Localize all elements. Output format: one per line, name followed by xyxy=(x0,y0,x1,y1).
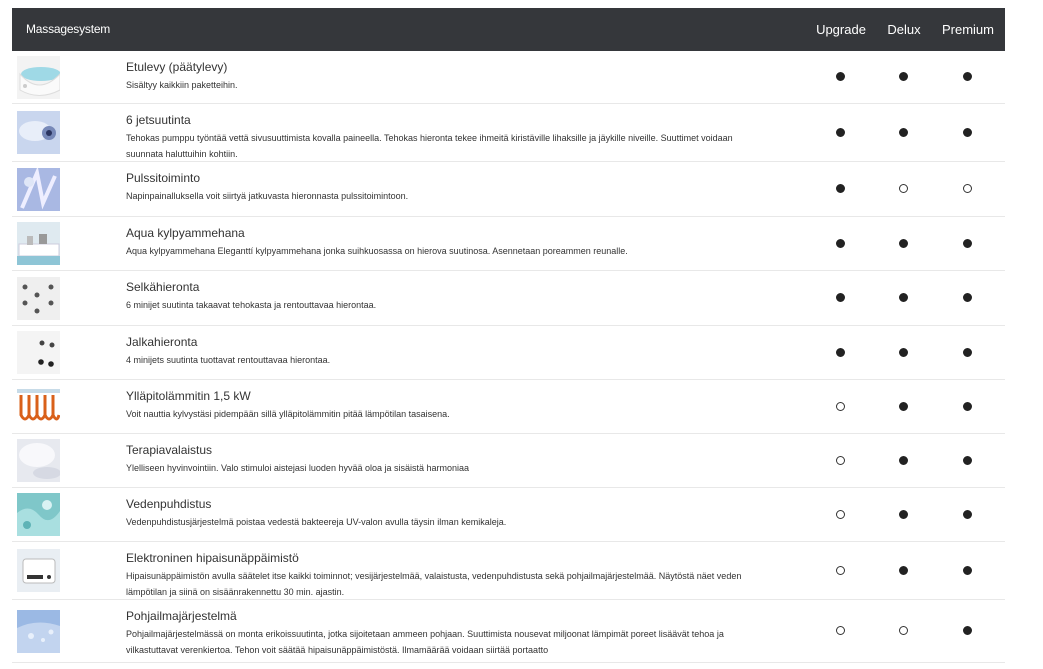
included-dot-icon-premium xyxy=(963,239,972,248)
feature-description: Voit nauttia kylvystäsi pidempään sillä … xyxy=(126,409,450,419)
included-dot-icon-delux xyxy=(899,72,908,81)
feature-row: 6 jetsuutinta Tehokas pumppu työntää vett… xyxy=(12,104,1005,162)
table-title: Massagesystem xyxy=(26,22,111,36)
feature-text: Elektroninen hipaisunäppäimistö Hipaisunä… xyxy=(126,551,786,600)
included-dot-icon-premium xyxy=(963,72,972,81)
feature-name: Terapiavalaistus xyxy=(126,443,213,457)
feature-text: Etulevy (päätylevy) Sisältyy kaikkiin pak… xyxy=(126,60,786,93)
feature-description-continued: lämpötilan ja siinä on sisäänrakennettu … xyxy=(126,587,345,597)
feature-row: Etulevy (päätylevy) Sisältyy kaikkiin pak… xyxy=(12,51,1005,104)
foot-massage-thumbnail-icon xyxy=(17,331,60,374)
feature-description: Sisältyy kaikkiin paketteihin. xyxy=(126,80,238,90)
feature-row: Ylläpitolämmitin 1,5 kW Voit nauttia kylv… xyxy=(12,380,1005,434)
touch-keypad-thumbnail-icon xyxy=(17,549,60,592)
feature-rows: Etulevy (päätylevy) Sisältyy kaikkiin pak… xyxy=(12,51,1005,663)
feature-description: Vedenpuhdistusjärjestelmä poistaa vedest… xyxy=(126,517,507,527)
feature-row: Vedenpuhdistus Vedenpuhdistusjärjestelmä … xyxy=(12,488,1005,542)
not-included-circle-icon-upgrade xyxy=(836,510,845,519)
water-purification-thumbnail-icon xyxy=(17,493,60,536)
feature-row: Aqua kylpyammehana Aqua kylpyammehana Ele… xyxy=(12,217,1005,271)
feature-description-continued: suunnata haluttuihin kohtiin. xyxy=(126,149,238,159)
included-dot-icon-delux xyxy=(899,456,908,465)
included-dot-icon-upgrade xyxy=(836,184,845,193)
feature-row: Terapiavalaistus Ylelliseen hyvinvointiin… xyxy=(12,434,1005,488)
feature-row: Selkähieronta 6 minijet suutinta takaavat… xyxy=(12,271,1005,326)
feature-description: 6 minijet suutinta takaavat tehokasta ja… xyxy=(126,300,377,310)
not-included-circle-icon-upgrade xyxy=(836,626,845,635)
included-dot-icon-upgrade xyxy=(836,348,845,357)
included-dot-icon-premium xyxy=(963,348,972,357)
feature-name: Elektroninen hipaisunäppäimistö xyxy=(126,551,299,565)
feature-row: Elektroninen hipaisunäppäimistö Hipaisunä… xyxy=(12,542,1005,600)
included-dot-icon-upgrade xyxy=(836,239,845,248)
feature-description: Napinpainalluksella voit siirtyä jatkuva… xyxy=(126,191,409,201)
feature-text: 6 jetsuutinta Tehokas pumppu työntää vett… xyxy=(126,113,786,162)
feature-name: Jalkahieronta xyxy=(126,335,198,349)
included-dot-icon-delux xyxy=(899,293,908,302)
included-dot-icon-premium xyxy=(963,626,972,635)
included-dot-icon-premium xyxy=(963,293,972,302)
included-dot-icon-premium xyxy=(963,128,972,137)
feature-name: Aqua kylpyammehana xyxy=(126,226,245,240)
feature-description: Tehokas pumppu työntää vettä sivusuuttim… xyxy=(126,133,733,143)
feature-text: Selkähieronta 6 minijet suutinta takaavat… xyxy=(126,280,786,313)
not-included-circle-icon-delux xyxy=(899,626,908,635)
feature-text: Ylläpitolämmitin 1,5 kW Voit nauttia kylv… xyxy=(126,389,786,422)
included-dot-icon-upgrade xyxy=(836,128,845,137)
feature-text: Pohjailmajärjestelmä Pohjailmajärjestelmä… xyxy=(126,609,786,658)
feature-description-continued: vilkastuttavat verenkiertoa. Tehon voit … xyxy=(126,645,549,655)
therapy-light-thumbnail-icon xyxy=(17,439,60,482)
feature-text: Terapiavalaistus Ylelliseen hyvinvointiin… xyxy=(126,443,786,476)
column-premium: Premium xyxy=(941,22,994,37)
feature-name: Ylläpitolämmitin 1,5 kW xyxy=(126,389,251,403)
feature-text: Aqua kylpyammehana Aqua kylpyammehana Ele… xyxy=(126,226,786,259)
not-included-circle-icon-upgrade xyxy=(836,456,845,465)
feature-row: Pohjailmajärjestelmä Pohjailmajärjestelmä… xyxy=(12,600,1005,663)
not-included-circle-icon-delux xyxy=(899,184,908,193)
feature-name: Selkähieronta xyxy=(126,280,200,294)
included-dot-icon-upgrade xyxy=(836,293,845,302)
included-dot-icon-delux xyxy=(899,128,908,137)
not-included-circle-icon-premium xyxy=(963,184,972,193)
included-dot-icon-delux xyxy=(899,510,908,519)
feature-text: Vedenpuhdistus Vedenpuhdistusjärjestelmä … xyxy=(126,497,786,530)
feature-description: Pohjailmajärjestelmässä on monta erikois… xyxy=(126,629,724,639)
bottom-air-thumbnail-icon xyxy=(17,610,60,653)
heater-coil-thumbnail-icon xyxy=(17,385,60,428)
feature-text: Pulssitoiminto Napinpainalluksella voit s… xyxy=(126,171,786,204)
feature-name: 6 jetsuutinta xyxy=(126,113,191,127)
feature-name: Pohjailmajärjestelmä xyxy=(126,609,237,623)
included-dot-icon-delux xyxy=(899,348,908,357)
feature-name: Vedenpuhdistus xyxy=(126,497,212,511)
faucet-thumbnail-icon xyxy=(17,222,60,265)
not-included-circle-icon-upgrade xyxy=(836,402,845,411)
included-dot-icon-premium xyxy=(963,566,972,575)
included-dot-icon-upgrade xyxy=(836,72,845,81)
included-dot-icon-premium xyxy=(963,510,972,519)
included-dot-icon-delux xyxy=(899,566,908,575)
feature-name: Pulssitoiminto xyxy=(126,171,201,185)
column-upgrade: Upgrade xyxy=(816,22,866,37)
front-panel-thumbnail-icon xyxy=(17,56,60,99)
included-dot-icon-delux xyxy=(899,239,908,248)
included-dot-icon-premium xyxy=(963,456,972,465)
feature-row: Jalkahieronta 4 minijets suutinta tuottav… xyxy=(12,326,1005,380)
feature-row: Pulssitoiminto Napinpainalluksella voit s… xyxy=(12,162,1005,217)
column-delux: Delux xyxy=(887,22,921,37)
table-header: Massagesystem Upgrade Delux Premium xyxy=(12,8,1005,51)
included-dot-icon-premium xyxy=(963,402,972,411)
pulse-thumbnail-icon xyxy=(17,168,60,211)
feature-description: Aqua kylpyammehana Eleganttí kylpyammeha… xyxy=(126,246,628,256)
jet-nozzle-thumbnail-icon xyxy=(17,111,60,154)
feature-text: Jalkahieronta 4 minijets suutinta tuottav… xyxy=(126,335,786,368)
feature-description: Hipaisunäppäimistön avulla säätelet itse… xyxy=(126,571,742,581)
not-included-circle-icon-upgrade xyxy=(836,566,845,575)
feature-description: 4 minijets suutinta tuottavat rentouttav… xyxy=(126,355,331,365)
massage-system-table: Massagesystem Upgrade Delux Premium Etul… xyxy=(12,8,1005,663)
back-massage-thumbnail-icon xyxy=(17,277,60,320)
included-dot-icon-delux xyxy=(899,402,908,411)
feature-description: Ylelliseen hyvinvointiin. Valo stimuloi … xyxy=(126,463,470,473)
feature-name: Etulevy (päätylevy) xyxy=(126,60,228,74)
